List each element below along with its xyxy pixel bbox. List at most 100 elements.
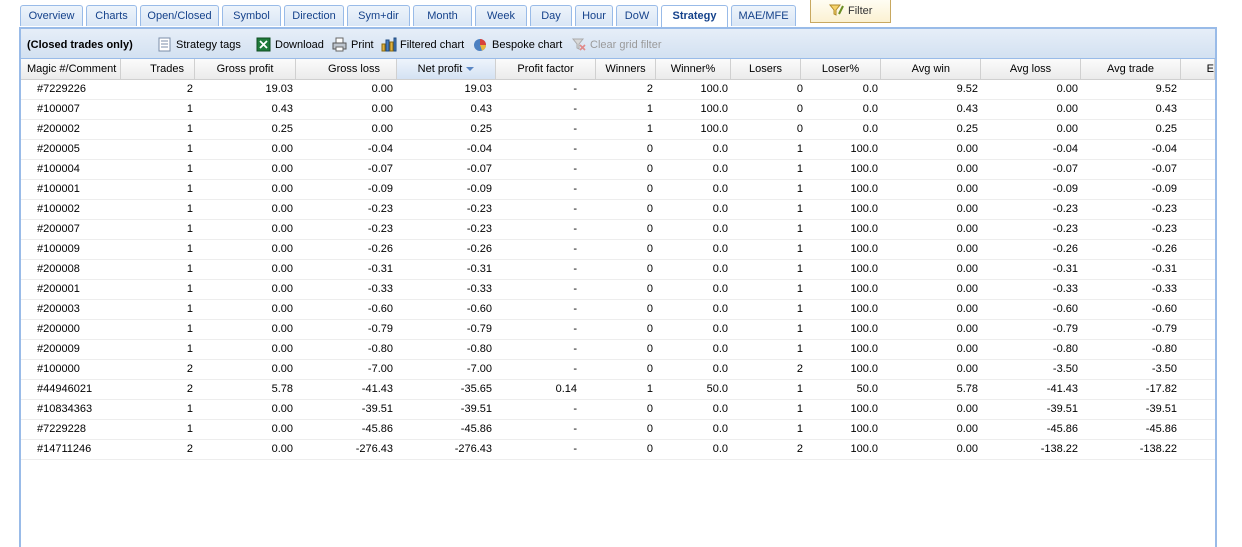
table-row[interactable]: #7229226 2 19.03 0.00 19.03-2 100.0 0 0.0 9.52 0.… xyxy=(21,80,1215,100)
table-cell-trades: 1 xyxy=(186,163,193,175)
table-cell-avg-loss: -0.09 xyxy=(1052,183,1078,195)
column-header-magic-comment[interactable]: Magic #/Comment xyxy=(21,59,121,79)
table-row[interactable]: #200009 1 0.00 -0.80 -0.80-0 0.0 1 100.0 0.00 -0.… xyxy=(21,340,1215,360)
table-cell-avg-loss: -3.50 xyxy=(1052,363,1078,375)
tab-hour[interactable]: Hour xyxy=(575,5,613,26)
table-cell-gross-loss: -0.23 xyxy=(367,203,393,215)
table-cell-avg-win: 0.00 xyxy=(956,183,978,195)
table-row[interactable]: #100007 1 0.43 0.00 0.43-1 100.0 0 0.0 0.43 0.00 0… xyxy=(21,100,1215,120)
table-cell-gross-profit: 0.00 xyxy=(271,343,293,355)
column-header-winner[interactable]: Winner% xyxy=(656,59,731,79)
tab-strategy[interactable]: Strategy xyxy=(661,5,728,28)
table-cell-net-profit: -0.09 xyxy=(466,183,492,195)
table-cell-loser: 100.0 xyxy=(850,443,878,455)
column-header-losers[interactable]: Losers xyxy=(731,59,801,79)
closed-trades-label: (Closed trades only) xyxy=(27,39,133,51)
table-row[interactable]: #200001 1 0.00 -0.33 -0.33-0 0.0 1 100.0 0.00 -0.… xyxy=(21,280,1215,300)
table-cell-avg-win: 0.00 xyxy=(956,343,978,355)
column-header-trades[interactable]: Trades xyxy=(121,59,195,79)
table-cell-trades: 1 xyxy=(186,183,193,195)
tab-day[interactable]: Day xyxy=(530,5,572,26)
tab-direction[interactable]: Direction xyxy=(284,5,344,26)
column-header-label: Winners xyxy=(605,63,646,75)
table-row[interactable]: #14711246 2 0.00 -276.43 -276.43-0 0.0 2 100.0 0… xyxy=(21,440,1215,460)
table-cell-gross-profit: 0.00 xyxy=(271,403,293,415)
column-header-avg-loss[interactable]: Avg loss xyxy=(981,59,1081,79)
tab-open-closed[interactable]: Open/Closed xyxy=(140,5,219,26)
tab-charts[interactable]: Charts xyxy=(86,5,137,26)
column-header-label: E xyxy=(1206,63,1214,75)
table-cell-gross-loss: -0.33 xyxy=(367,283,393,295)
table-cell-loser: 100.0 xyxy=(850,183,878,195)
tab-month[interactable]: Month xyxy=(413,5,472,26)
table-cell-avg-trade: -0.04 xyxy=(1151,143,1177,155)
table-row[interactable]: #100001 1 0.00 -0.09 -0.09-0 0.0 1 100.0 0.00 -0.… xyxy=(21,180,1215,200)
filter-label: Filter xyxy=(848,5,873,17)
table-cell-loser: 100.0 xyxy=(850,143,878,155)
table-cell-gross-loss: 0.00 xyxy=(371,83,393,95)
column-header-profit-factor[interactable]: Profit factor xyxy=(496,59,596,79)
tab-mae-mfe[interactable]: MAE/MFE xyxy=(731,5,796,26)
table-row[interactable]: #200007 1 0.00 -0.23 -0.23-0 0.0 1 100.0 0.00 -0.… xyxy=(21,220,1215,240)
table-cell-gross-profit: 19.03 xyxy=(265,83,293,95)
printer-icon xyxy=(332,37,347,52)
table-cell-gross-profit: 0.00 xyxy=(271,303,293,315)
table-cell-avg-win: 0.00 xyxy=(956,283,978,295)
table-cell-gross-loss: -276.43 xyxy=(355,443,393,455)
column-header-avg-trade[interactable]: Avg trade xyxy=(1081,59,1181,79)
column-header-gross-loss[interactable]: Gross loss xyxy=(296,59,397,79)
table-row[interactable]: #10834363 1 0.00 -39.51 -39.51-0 0.0 1 100.0 0.0… xyxy=(21,400,1215,420)
tab-week[interactable]: Week xyxy=(475,5,527,26)
table-cell-loser: 100.0 xyxy=(850,303,878,315)
tab-dow[interactable]: DoW xyxy=(616,5,658,26)
table-row[interactable]: #44946021 2 5.78 -41.43 -35.65 0.14 1 50.0 1 50.0… xyxy=(21,380,1215,400)
table-cell-avg-trade: -0.79 xyxy=(1151,323,1177,335)
column-header-label: Winner% xyxy=(670,63,716,75)
tab-symbol[interactable]: Symbol xyxy=(222,5,281,26)
table-row[interactable]: #100002 1 0.00 -0.23 -0.23-0 0.0 1 100.0 0.00 -0.… xyxy=(21,200,1215,220)
table-cell-gross-profit: 0.00 xyxy=(271,263,293,275)
table-row[interactable]: #100000 2 0.00 -7.00 -7.00-0 0.0 2 100.0 0.00 -3.… xyxy=(21,360,1215,380)
table-cell-trades: 1 xyxy=(186,403,193,415)
tab-sym-dir[interactable]: Sym+dir xyxy=(347,5,410,26)
table-cell-trades: 1 xyxy=(186,123,193,135)
table-cell-trades: 1 xyxy=(186,143,193,155)
table-row[interactable]: #200002 1 0.25 0.00 0.25-1 100.0 0 0.0 0.25 0.00 0… xyxy=(21,120,1215,140)
tab-overview[interactable]: Overview xyxy=(20,5,83,26)
table-row[interactable]: #7229228 1 0.00 -45.86 -45.86-0 0.0 1 100.0 0.00… xyxy=(21,420,1215,440)
table-cell-gross-profit: 0.25 xyxy=(271,123,293,135)
table-row[interactable]: #200003 1 0.00 -0.60 -0.60-0 0.0 1 100.0 0.00 -0.… xyxy=(21,300,1215,320)
table-cell-gross-loss: 0.00 xyxy=(371,103,393,115)
column-header-loser[interactable]: Loser% xyxy=(801,59,881,79)
sort-descending-icon[interactable] xyxy=(466,67,475,72)
column-header-e[interactable]: E xyxy=(1181,59,1215,79)
table-cell-avg-loss: 0.00 xyxy=(1056,123,1078,135)
table-row[interactable]: #200005 1 0.00 -0.04 -0.04-0 0.0 1 100.0 0.00 -0.… xyxy=(21,140,1215,160)
table-cell-net-profit: -35.65 xyxy=(460,383,492,395)
table-row[interactable]: #100004 1 0.00 -0.07 -0.07-0 0.0 1 100.0 0.00 -0.… xyxy=(21,160,1215,180)
table-cell-trades: 1 xyxy=(186,343,193,355)
table-row[interactable]: #200008 1 0.00 -0.31 -0.31-0 0.0 1 100.0 0.00 -0.… xyxy=(21,260,1215,280)
table-row[interactable]: #200000 1 0.00 -0.79 -0.79-0 0.0 1 100.0 0.00 -0.… xyxy=(21,320,1215,340)
table-row[interactable]: #100009 1 0.00 -0.26 -0.26-0 0.0 1 100.0 0.00 -0.… xyxy=(21,240,1215,260)
table-cell-gross-loss: -45.86 xyxy=(361,423,393,435)
column-header-label: Avg trade xyxy=(1107,63,1154,75)
table-cell-net-profit: -7.00 xyxy=(466,363,492,375)
column-header-net-profit[interactable]: Net profit xyxy=(397,59,496,79)
table-cell-avg-trade: -0.60 xyxy=(1151,303,1177,315)
table-cell-avg-loss: -0.33 xyxy=(1052,283,1078,295)
table-cell-avg-trade: -39.51 xyxy=(1145,403,1177,415)
table-cell-avg-trade: -0.26 xyxy=(1151,243,1177,255)
table-cell-avg-loss: -0.60 xyxy=(1052,303,1078,315)
table-cell-net-profit: 0.43 xyxy=(470,103,492,115)
column-header-avg-win[interactable]: Avg win xyxy=(881,59,981,79)
table-cell-trades: 1 xyxy=(186,103,193,115)
table-cell-loser: 100.0 xyxy=(850,243,878,255)
column-header-label: Avg loss xyxy=(1009,63,1052,75)
column-header-gross-profit[interactable]: Gross profit xyxy=(195,59,296,79)
table-cell-avg-trade: -138.22 xyxy=(1139,443,1177,455)
table-cell-avg-trade: -0.31 xyxy=(1151,263,1177,275)
table-cell-avg-trade: -0.23 xyxy=(1151,203,1177,215)
filter-button[interactable]: Filter xyxy=(810,0,891,23)
column-header-winners[interactable]: Winners xyxy=(596,59,656,79)
